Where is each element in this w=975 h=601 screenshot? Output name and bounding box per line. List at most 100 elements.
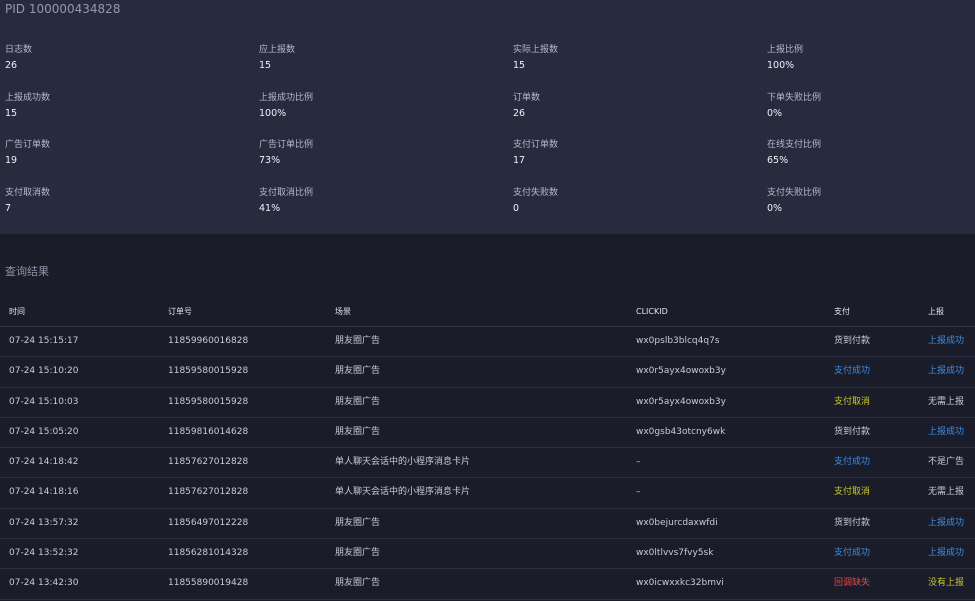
cell-pay-status: 回调缺失 <box>834 578 871 589</box>
table-body: 07-24 15:15:17 11859960016828 朋友圈广告 wx0pslb… <box>0 327 975 600</box>
stat-label: 订单数 <box>513 93 541 103</box>
cell-time: 07-24 15:15:17 <box>9 336 79 346</box>
cell-report-status: 上报成功 <box>928 336 965 346</box>
stat-item: 支付失败比例 0% <box>767 188 975 214</box>
column-header-report[interactable]: 上报 <box>928 307 944 317</box>
stat-value: 0% <box>767 108 783 119</box>
cell-clickid: wx0icwxxkc32bmvi <box>636 578 724 589</box>
stat-item: 订单数 26 <box>513 93 753 119</box>
table-row[interactable]: 07-24 15:10:03 11859580015928 朋友圈广告 wx0r5ay… <box>0 388 975 418</box>
stat-value: 15 <box>513 60 526 71</box>
stat-item: 广告订单比例 73% <box>259 140 499 166</box>
cell-time: 07-24 15:05:20 <box>9 426 79 437</box>
cell-clickid: wx0pslb3blcq4q7s <box>636 336 720 346</box>
table-row[interactable]: 07-24 15:10:20 11859580015928 朋友圈广告 wx0r5ay… <box>0 357 975 388</box>
stat-value: 17 <box>513 155 526 166</box>
stat-value: 26 <box>5 60 18 71</box>
cell-time: 07-24 15:10:20 <box>9 366 79 377</box>
table-row[interactable]: 07-24 13:57:32 11856497012228 朋友圈广告 wx0beju… <box>0 509 975 540</box>
cell-report-status: 上报成功 <box>928 426 965 437</box>
table-row[interactable]: 07-24 14:18:42 11857627012828 单人聊天会话中的小程序消… <box>0 448 975 479</box>
stat-label: 应上报数 <box>259 45 296 55</box>
stat-label: 支付失败数 <box>513 188 559 198</box>
results-title: 查询结果 <box>5 265 49 278</box>
column-header-time[interactable]: 时间 <box>9 307 25 317</box>
cell-time: 07-24 13:57:32 <box>9 517 79 528</box>
cell-clickid: wx0bejurcdaxwfdi <box>636 517 718 528</box>
cell-order-id: 11859960016828 <box>168 336 249 346</box>
column-header-pay[interactable]: 支付 <box>834 307 850 317</box>
cell-order-id: 11856281014328 <box>168 548 249 559</box>
results-table: 时间 订单号 场景 CLICKID 支付 上报 07-24 15:15:17 11… <box>0 295 975 600</box>
stat-item: 支付取消比例 41% <box>259 188 499 214</box>
cell-scene: 朋友圈广告 <box>335 517 381 528</box>
stat-value: 19 <box>5 155 18 166</box>
table-header: 时间 订单号 场景 CLICKID 支付 上报 <box>0 295 975 327</box>
cell-order-id: 11857627012828 <box>168 457 249 468</box>
stat-item: 支付失败数 0 <box>513 188 753 214</box>
stat-item: 下单失败比例 0% <box>767 93 975 119</box>
stat-label: 支付失败比例 <box>767 188 822 198</box>
stat-value: 100% <box>767 60 795 71</box>
stat-value: 73% <box>259 155 281 166</box>
cell-scene: 朋友圈广告 <box>335 396 381 407</box>
cell-report-status: 上报成功 <box>928 517 965 528</box>
cell-clickid: wx0ltlvvs7fvy5sk <box>636 548 714 559</box>
stat-item: 日志数 26 <box>5 45 245 71</box>
cell-clickid: wx0r5ayx4owoxb3y <box>636 396 726 407</box>
stats-panel: PID 100000434828 日志数 26 应上报数 15 实际上报数 15 上报比例 1… <box>0 0 975 234</box>
cell-pay-status: 支付成功 <box>834 548 871 559</box>
cell-order-id: 11859580015928 <box>168 366 249 377</box>
table-row[interactable]: 07-24 15:15:17 11859960016828 朋友圈广告 wx0pslb… <box>0 327 975 358</box>
cell-scene: 单人聊天会话中的小程序消息卡片 <box>335 487 471 498</box>
cell-order-id: 11855890019428 <box>168 578 249 589</box>
stat-value: 0 <box>513 203 520 214</box>
column-header-order[interactable]: 订单号 <box>168 307 192 317</box>
stat-item: 实际上报数 15 <box>513 45 753 71</box>
cell-report-status: 不是广告 <box>928 457 965 468</box>
stat-label: 支付取消数 <box>5 188 51 198</box>
stat-item: 上报成功数 15 <box>5 93 245 119</box>
cell-clickid: – <box>636 487 641 498</box>
cell-report-status: 没有上报 <box>928 578 965 589</box>
cell-pay-status: 货到付款 <box>834 517 871 528</box>
table-row[interactable]: 07-24 14:18:16 11857627012828 单人聊天会话中的小程序消… <box>0 478 975 509</box>
table-row[interactable]: 07-24 15:05:20 11859816014628 朋友圈广告 wx0gsb4… <box>0 418 975 449</box>
cell-clickid: wx0r5ayx4owoxb3y <box>636 366 726 377</box>
stat-item: 在线支付比例 65% <box>767 140 975 166</box>
stat-value: 26 <box>513 108 526 119</box>
stat-label: 在线支付比例 <box>767 140 822 150</box>
cell-scene: 单人聊天会话中的小程序消息卡片 <box>335 457 471 468</box>
stat-value: 0% <box>767 203 783 214</box>
column-header-scene[interactable]: 场景 <box>335 307 351 317</box>
table-row[interactable]: 07-24 13:42:30 11855890019428 朋友圈广告 wx0icwx… <box>0 569 975 600</box>
stat-item: 广告订单数 19 <box>5 140 245 166</box>
column-header-clickid[interactable]: CLICKID <box>636 307 668 317</box>
cell-scene: 朋友圈广告 <box>335 578 381 589</box>
cell-time: 07-24 15:10:03 <box>9 396 79 407</box>
stat-value: 7 <box>5 203 12 214</box>
cell-time: 07-24 14:18:16 <box>9 487 79 498</box>
cell-pay-status: 支付取消 <box>834 487 871 498</box>
table-row[interactable]: 07-24 13:52:32 11856281014328 朋友圈广告 wx0ltlv… <box>0 539 975 570</box>
cell-order-id: 11857627012828 <box>168 487 249 498</box>
stat-item: 上报成功比例 100% <box>259 93 499 119</box>
stat-value: 65% <box>767 155 789 166</box>
stat-item: 应上报数 15 <box>259 45 499 71</box>
cell-clickid: wx0gsb43otcny6wk <box>636 426 726 437</box>
cell-report-status: 上报成功 <box>928 548 965 559</box>
stat-label: 支付订单数 <box>513 140 559 150</box>
stat-item: 支付订单数 17 <box>513 140 753 166</box>
stat-label: 日志数 <box>5 45 33 55</box>
cell-scene: 朋友圈广告 <box>335 366 381 377</box>
cell-pay-status: 支付成功 <box>834 366 871 377</box>
cell-report-status: 无需上报 <box>928 487 965 498</box>
cell-report-status: 上报成功 <box>928 366 965 377</box>
cell-time: 07-24 13:42:30 <box>9 578 79 589</box>
stat-label: 上报比例 <box>767 45 804 55</box>
stat-label: 支付取消比例 <box>259 188 314 198</box>
stat-value: 41% <box>259 203 281 214</box>
cell-scene: 朋友圈广告 <box>335 548 381 559</box>
cell-order-id: 11859580015928 <box>168 396 249 407</box>
stat-label: 下单失败比例 <box>767 93 822 103</box>
